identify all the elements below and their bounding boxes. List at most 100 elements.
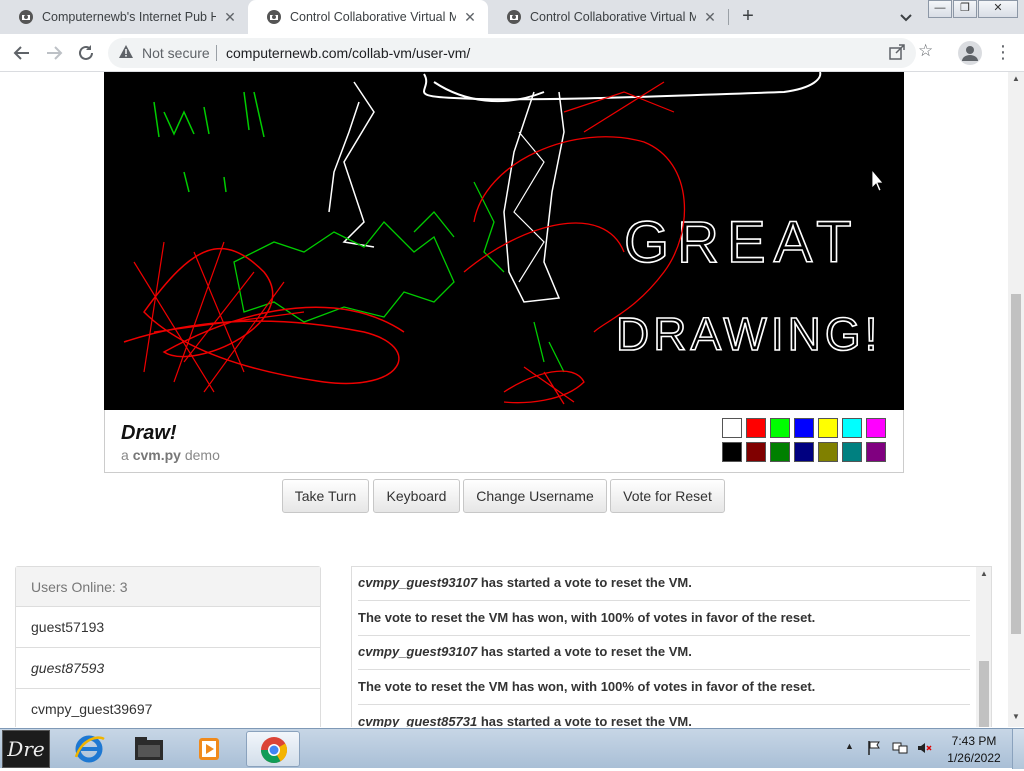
tab-strip: Computernewb's Internet Pub Hu ✕ Control…	[0, 0, 1024, 34]
drawing-text-great: GREAT	[624, 210, 860, 275]
chat-text: has started a vote to reset the VM.	[477, 644, 692, 659]
site-favicon-icon	[267, 10, 281, 24]
color-swatch[interactable]	[770, 442, 790, 462]
start-button[interactable]: Dre	[2, 730, 50, 768]
url-text[interactable]: computernewb.com/collab-vm/user-vm/	[226, 45, 470, 61]
subtitle-app-name: cvm.py	[132, 447, 181, 463]
chat-username: cvmpy_guest93107	[358, 575, 478, 590]
back-arrow-icon[interactable]	[10, 41, 34, 65]
browser-toolbar: Not secure computernewb.com/collab-vm/us…	[0, 34, 1024, 72]
site-favicon-icon	[19, 10, 33, 24]
color-swatch[interactable]	[770, 418, 790, 438]
mouse-cursor-icon	[871, 168, 884, 192]
scroll-down-arrow-icon[interactable]: ▼	[1008, 712, 1024, 726]
tab-title: Control Collaborative Virtual Ma	[290, 10, 456, 24]
windows-taskbar: Dre ▲ 7:43 PM 1/26/2022	[0, 728, 1024, 769]
chat-username: cvmpy_guest85731	[358, 714, 478, 727]
chat-log-panel[interactable]: cvmpy_guest93107 has started a vote to r…	[351, 566, 992, 727]
clock-time[interactable]: 7:43 PM	[948, 734, 1000, 748]
close-tab-icon[interactable]: ✕	[702, 9, 718, 26]
chat-scrollbar[interactable]: ▲	[976, 567, 991, 727]
color-swatch[interactable]	[842, 442, 862, 462]
color-swatch[interactable]	[842, 418, 862, 438]
subtitle-suffix: demo	[184, 447, 220, 463]
chat-text: The vote to reset the VM has won, with 1…	[358, 610, 816, 625]
chat-message: cvmpy_guest85731 has started a vote to r…	[358, 706, 970, 727]
take-turn-button[interactable]: Take Turn	[282, 479, 369, 513]
demo-subtitle: a cvm.py demo	[121, 447, 220, 463]
browser-menu-icon[interactable]: ⋮	[994, 40, 1012, 66]
close-window-button[interactable]: ✕	[978, 0, 1018, 18]
change-username-button[interactable]: Change Username	[463, 479, 607, 513]
user-list-item[interactable]: guest57193	[16, 607, 320, 648]
subtitle-prefix: a	[121, 447, 129, 463]
chat-text: has started a vote to reset the VM.	[477, 714, 692, 727]
action-center-flag-icon[interactable]	[866, 740, 882, 756]
color-swatch[interactable]	[746, 418, 766, 438]
vote-reset-button[interactable]: Vote for Reset	[610, 479, 725, 513]
chat-text: The vote to reset the VM has won, with 1…	[358, 679, 816, 694]
reload-icon[interactable]	[74, 41, 98, 65]
volume-muted-icon[interactable]	[916, 740, 932, 756]
color-swatch[interactable]	[866, 442, 886, 462]
close-tab-icon[interactable]: ✕	[222, 9, 238, 26]
demo-title: Draw!	[121, 422, 177, 444]
site-favicon-icon	[507, 10, 521, 24]
color-swatch[interactable]	[746, 442, 766, 462]
page-scrollbar-thumb[interactable]	[1011, 294, 1021, 634]
clock-date[interactable]: 1/26/2022	[944, 751, 1004, 765]
page-content: GREAT DRAWING! Draw! a cvm.py demo Take …	[0, 72, 1008, 727]
share-icon[interactable]	[888, 43, 906, 61]
users-online-header: Users Online: 3	[16, 567, 320, 607]
chat-scrollbar-thumb[interactable]	[979, 661, 989, 727]
warning-triangle-icon[interactable]	[118, 44, 134, 60]
chat-username: cvmpy_guest93107	[358, 644, 478, 659]
tab-collab-vm-active[interactable]: Control Collaborative Virtual Ma ✕	[248, 0, 488, 34]
scroll-up-arrow-icon[interactable]: ▲	[976, 569, 991, 578]
media-player-icon[interactable]	[182, 731, 236, 767]
demo-caption-panel: Draw! a cvm.py demo	[104, 410, 904, 473]
users-online-panel: Users Online: 3 guest57193 guest87593 cv…	[15, 566, 321, 727]
forward-arrow-icon[interactable]	[42, 41, 66, 65]
tab-separator	[728, 9, 729, 25]
bookmark-star-icon[interactable]: ☆	[918, 41, 933, 61]
tab-collab-vm[interactable]: Control Collaborative Virtual Ma ✕	[488, 0, 728, 34]
drawing-text-drawing: DRAWING!	[616, 308, 881, 360]
chat-message: cvmpy_guest93107 has started a vote to r…	[358, 636, 970, 670]
color-swatch[interactable]	[818, 418, 838, 438]
address-bar[interactable]: Not secure computernewb.com/collab-vm/us…	[108, 38, 933, 68]
new-tab-button[interactable]: +	[736, 5, 760, 29]
file-explorer-icon[interactable]	[122, 731, 176, 767]
color-swatch[interactable]	[722, 418, 742, 438]
profile-avatar-icon[interactable]	[958, 41, 982, 65]
tab-internet-pub[interactable]: Computernewb's Internet Pub Hu ✕	[0, 0, 248, 34]
color-swatch[interactable]	[866, 418, 886, 438]
vm-drawing-canvas[interactable]: GREAT DRAWING!	[104, 72, 904, 410]
security-status[interactable]: Not secure	[142, 45, 210, 61]
chat-message: cvmpy_guest93107 has started a vote to r…	[358, 567, 970, 601]
color-swatch[interactable]	[794, 442, 814, 462]
user-list-item[interactable]: guest87593	[16, 648, 320, 689]
tray-expand-icon[interactable]: ▲	[845, 741, 854, 751]
color-swatch[interactable]	[818, 442, 838, 462]
restore-window-button[interactable]: ❐	[953, 0, 977, 18]
user-list-item[interactable]: cvmpy_guest39697	[16, 689, 320, 727]
chat-text: has started a vote to reset the VM.	[477, 575, 692, 590]
color-swatch[interactable]	[722, 442, 742, 462]
internet-explorer-icon[interactable]	[62, 731, 116, 767]
tab-search-chevron-icon[interactable]	[894, 5, 918, 29]
tab-title: Control Collaborative Virtual Ma	[530, 10, 696, 24]
chat-message: The vote to reset the VM has won, with 1…	[358, 602, 970, 636]
chrome-taskbar-icon[interactable]	[246, 731, 300, 767]
show-desktop-button[interactable]	[1012, 729, 1024, 769]
page-scrollbar[interactable]: ▲ ▼	[1008, 72, 1024, 727]
chat-message: The vote to reset the VM has won, with 1…	[358, 671, 970, 705]
network-icon[interactable]	[892, 740, 908, 756]
keyboard-button[interactable]: Keyboard	[373, 479, 460, 513]
scroll-up-arrow-icon[interactable]: ▲	[1008, 74, 1024, 88]
color-swatch[interactable]	[794, 418, 814, 438]
omnibox-divider	[216, 45, 217, 61]
minimize-window-button[interactable]: —	[928, 0, 952, 18]
close-tab-icon[interactable]: ✕	[462, 9, 478, 26]
vm-display[interactable]: GREAT DRAWING!	[104, 72, 904, 410]
